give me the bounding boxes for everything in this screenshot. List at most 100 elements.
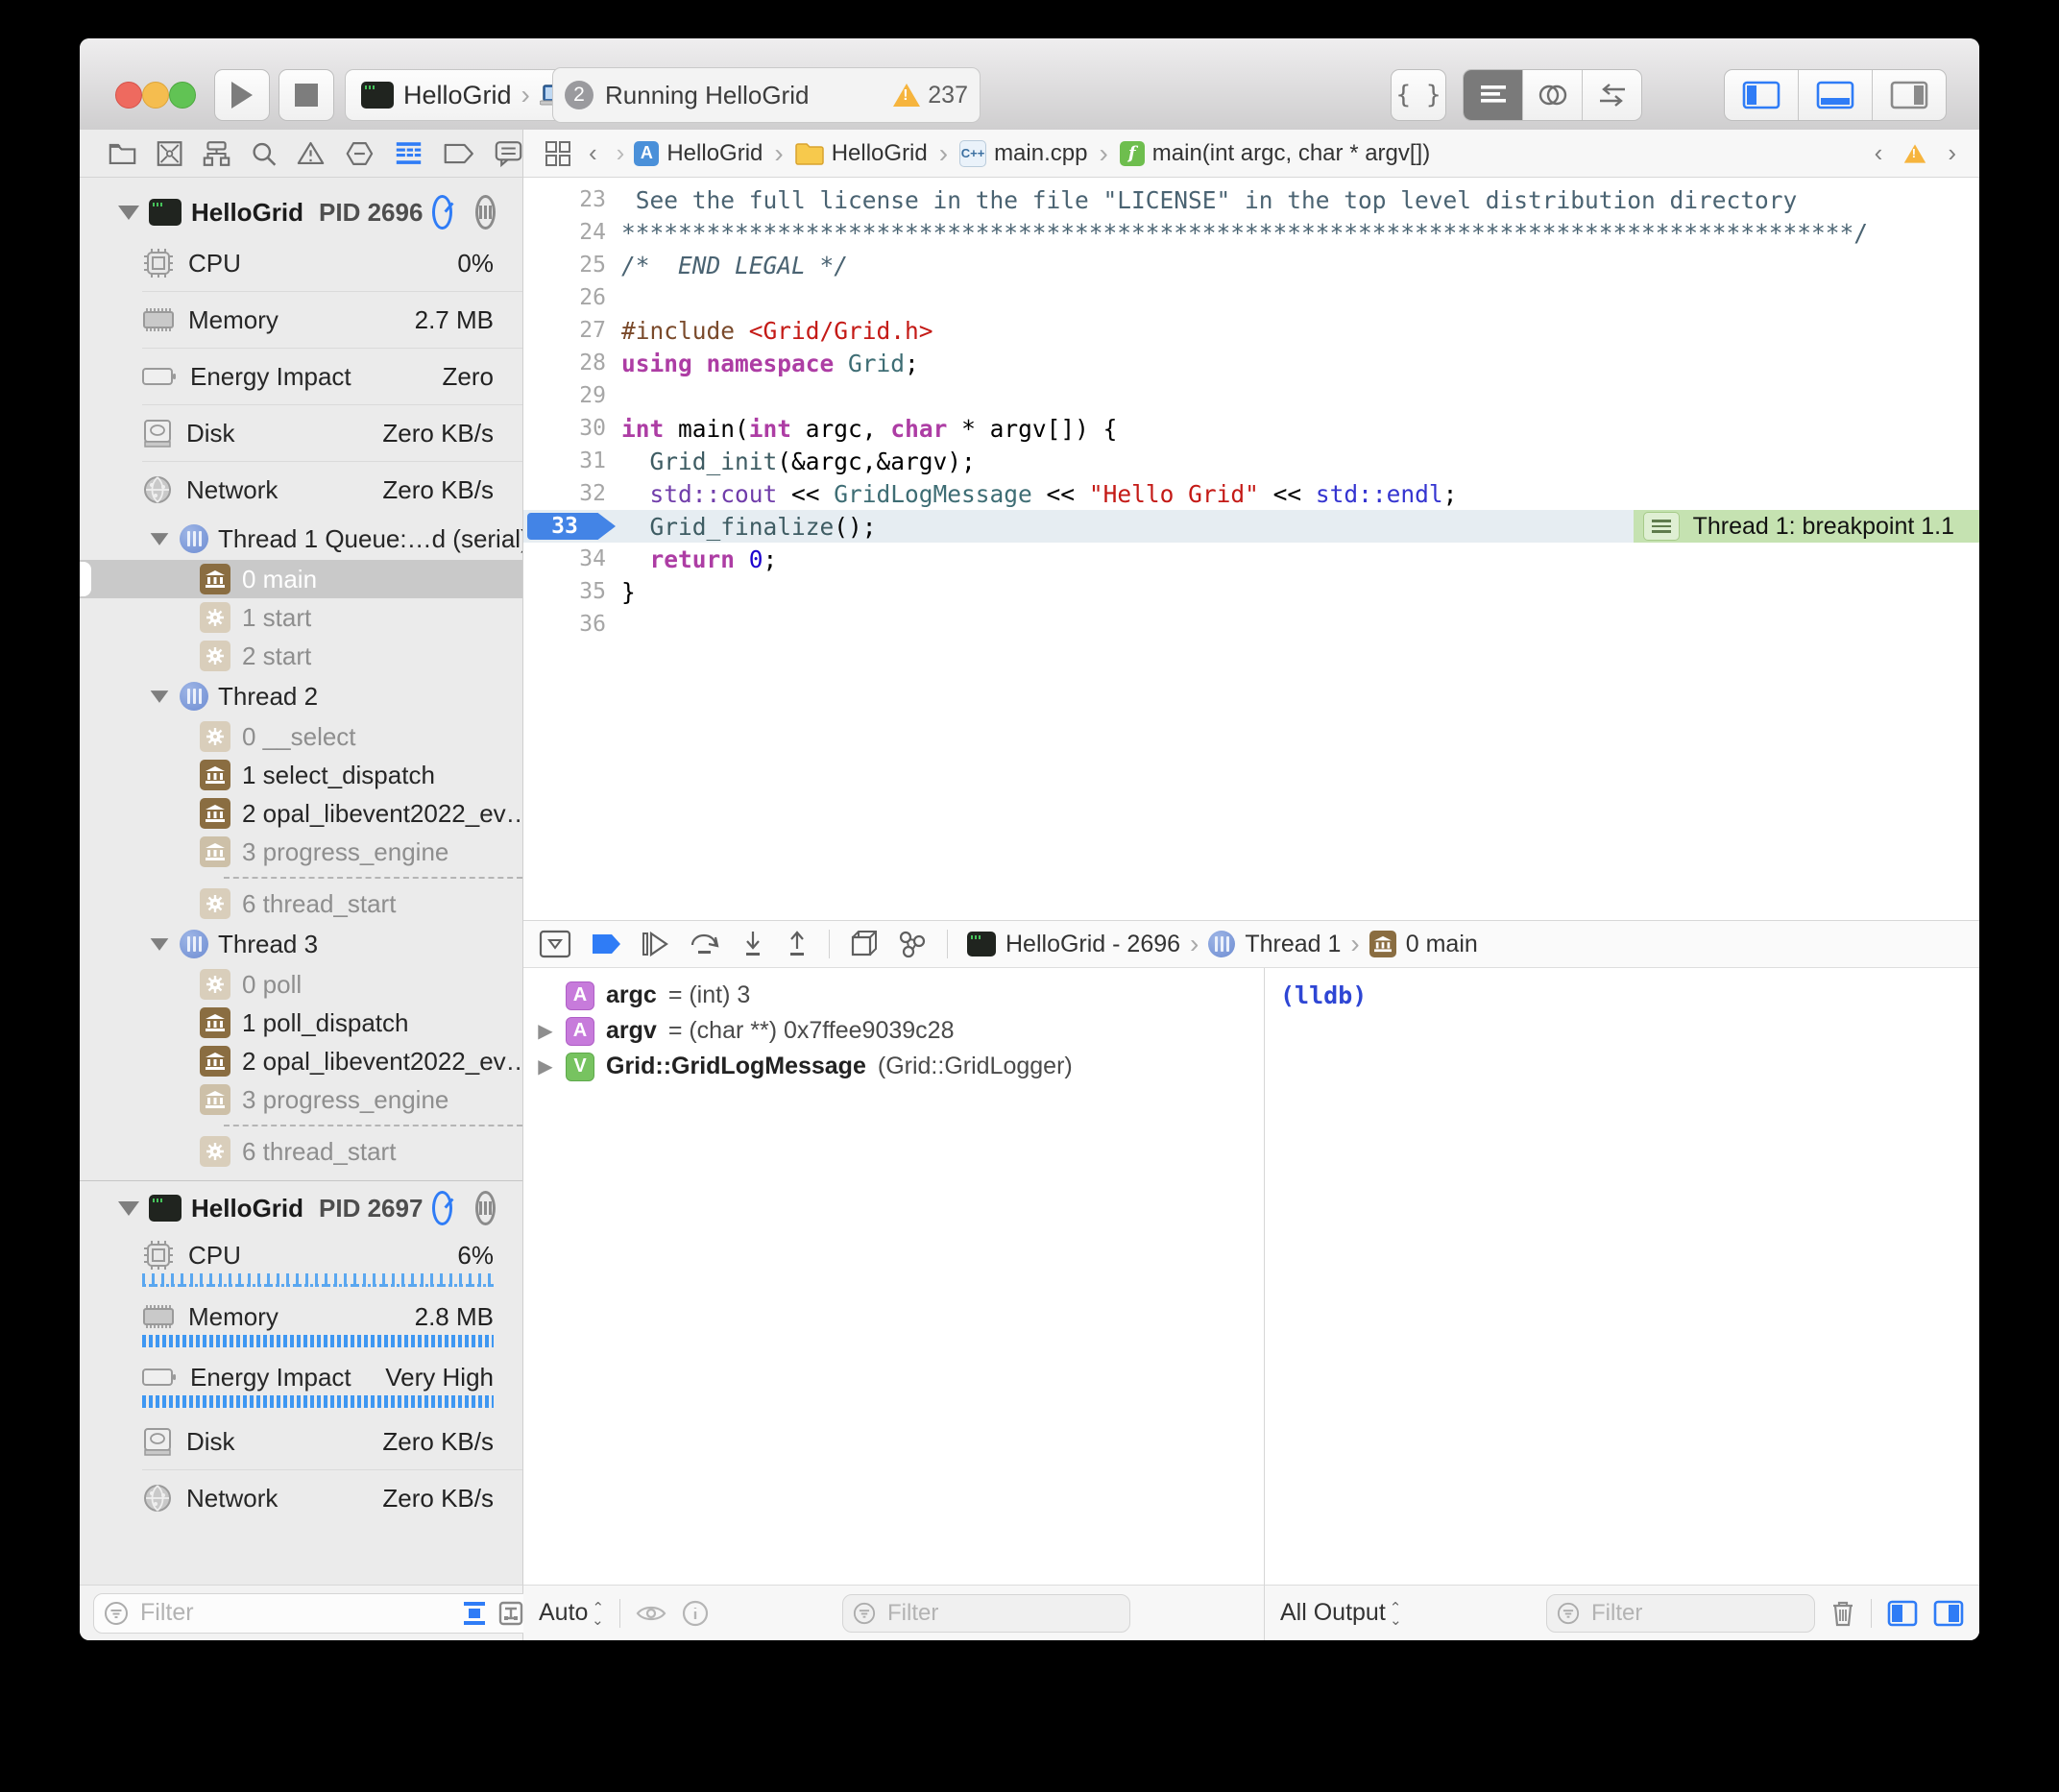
stack-frame-row[interactable]: 3 progress_engine	[80, 833, 522, 871]
info-icon[interactable]	[682, 1600, 709, 1627]
disclosure-triangle-icon[interactable]: ▶	[537, 1054, 554, 1078]
show-crashed-only-icon[interactable]	[497, 1600, 524, 1627]
stack-frame-row[interactable]: 0 main	[80, 560, 522, 598]
column-view-button[interactable]	[475, 195, 496, 230]
assistant-editor-button[interactable]	[1523, 70, 1583, 120]
variable-row[interactable]: A argc = (int) 3	[523, 978, 1264, 1013]
line-number[interactable]: 36	[523, 612, 621, 637]
warning-count[interactable]: 237	[928, 82, 968, 109]
code-line[interactable]: 24**************************************…	[523, 216, 1979, 249]
line-number[interactable]: 31	[523, 448, 621, 473]
breadcrumb-file[interactable]: main.cpp	[994, 140, 1087, 167]
stack-frame-row[interactable]: 3 progress_engine	[80, 1080, 522, 1119]
stack-frame-row[interactable]: 6 thread_start	[80, 884, 522, 923]
process-row[interactable]: HelloGridPID 2697	[80, 1185, 522, 1231]
activity-viewer[interactable]: 2 Running HelloGrid 237	[552, 67, 981, 123]
toggle-inspector-button[interactable]	[1873, 70, 1946, 120]
scope-popup-button[interactable]: Auto⌃⌃	[539, 1599, 604, 1627]
thread-row[interactable]: Thread 1 Queue:…d (serial)	[80, 518, 522, 560]
step-out-button[interactable]	[785, 930, 810, 958]
debug-crumb-thread[interactable]: Thread 1	[1245, 931, 1341, 958]
disclosure-triangle-icon[interactable]	[151, 533, 169, 545]
debug-navigator-icon[interactable]	[395, 139, 423, 168]
stat-row-memory[interactable]: Memory 2.7 MB	[80, 292, 522, 348]
debug-view-hierarchy-button[interactable]	[849, 930, 878, 958]
line-number[interactable]: 35	[523, 579, 621, 604]
code-line[interactable]: 27#include <Grid/Grid.h>	[523, 314, 1979, 347]
code-line-breakpoint[interactable]: 33 Grid_finalize(); Thread 1: breakpoint…	[523, 510, 1979, 543]
quicklook-eye-icon[interactable]	[636, 1603, 666, 1624]
disclosure-triangle-icon[interactable]	[151, 690, 169, 703]
stack-frame-row[interactable]: 1 select_dispatch	[80, 756, 522, 794]
stat-row-energy[interactable]: Energy Impact Zero	[80, 349, 522, 404]
step-over-button[interactable]	[689, 930, 721, 958]
code-line[interactable]: 29	[523, 379, 1979, 412]
code-line[interactable]: 30int main(int argc, char * argv[]) {	[523, 412, 1979, 445]
show-variables-view-button[interactable]	[1887, 1600, 1918, 1627]
memory-graph-button[interactable]	[897, 930, 928, 958]
disclosure-triangle-icon[interactable]	[118, 1201, 139, 1216]
output-scope-popup-button[interactable]: All Output⌃⌃	[1280, 1599, 1401, 1627]
close-window-button[interactable]	[115, 82, 142, 109]
code-line[interactable]: 36	[523, 608, 1979, 641]
warning-icon[interactable]	[1904, 144, 1926, 162]
stack-frame-row[interactable]: 6 thread_start	[80, 1132, 522, 1171]
breakpoint-arrow-badge[interactable]: 33	[527, 513, 616, 540]
column-view-button[interactable]	[475, 1191, 496, 1225]
line-number[interactable]: 29	[523, 383, 621, 408]
debug-description-icon[interactable]	[1643, 512, 1680, 541]
code-line[interactable]: 23 See the full license in the file "LIC…	[523, 183, 1979, 216]
stack-frame-row[interactable]: 0 __select	[80, 717, 522, 756]
line-number[interactable]: 23	[523, 187, 621, 212]
stat-row-energy[interactable]: Energy Impact Very High	[80, 1353, 522, 1401]
navigator-filter-field[interactable]	[93, 1593, 573, 1634]
line-number[interactable]: 32	[523, 481, 621, 506]
stack-frame-row[interactable]: 1 poll_dispatch	[80, 1004, 522, 1042]
gauge-view-button[interactable]	[432, 1191, 452, 1225]
code-area[interactable]: 23 See the full license in the file "LIC…	[523, 178, 1979, 641]
trash-icon[interactable]	[1830, 1599, 1855, 1628]
stat-row-disk[interactable]: Disk Zero KB/s	[80, 405, 522, 461]
show-paused-only-icon[interactable]	[461, 1600, 488, 1627]
line-number[interactable]: 34	[523, 546, 621, 571]
breadcrumb-folder[interactable]: HelloGrid	[832, 140, 928, 167]
step-into-button[interactable]	[740, 930, 765, 958]
test-navigator-icon[interactable]	[345, 139, 375, 168]
next-issue-button[interactable]: ›	[1948, 138, 1956, 168]
issue-navigator-icon[interactable]	[297, 139, 325, 167]
gauge-view-button[interactable]	[432, 195, 452, 230]
stat-row-cpu[interactable]: CPU 6%	[80, 1231, 522, 1279]
breakpoints-toggle-button[interactable]	[591, 932, 621, 956]
disclosure-triangle-icon[interactable]: ▶	[537, 1019, 554, 1043]
minimize-window-button[interactable]	[142, 82, 169, 109]
hide-debug-area-button[interactable]	[539, 930, 571, 958]
console-filter-input[interactable]	[1589, 1599, 1805, 1628]
toggle-navigator-button[interactable]	[1725, 70, 1799, 120]
line-number[interactable]: 26	[523, 285, 621, 310]
breakpoint-navigator-icon[interactable]	[443, 141, 474, 166]
show-console-view-button[interactable]	[1933, 1600, 1964, 1627]
code-line[interactable]: 32 std::cout << GridLogMessage << "Hello…	[523, 477, 1979, 510]
variable-row[interactable]: ▶ A argv = (char **) 0x7ffee9039c28	[523, 1013, 1264, 1049]
disclosure-triangle-icon[interactable]	[118, 206, 139, 220]
stack-frame-row[interactable]: 2 opal_libevent2022_ev…	[80, 794, 522, 833]
variables-filter-field[interactable]	[842, 1594, 1130, 1633]
related-items-icon[interactable]	[545, 140, 571, 167]
run-button[interactable]	[214, 69, 270, 121]
stack-frame-row[interactable]: 2 start	[80, 637, 522, 675]
code-line[interactable]: 34 return 0;	[523, 543, 1979, 575]
breadcrumb-project[interactable]: HelloGrid	[666, 140, 763, 167]
line-number[interactable]: 28	[523, 351, 621, 375]
console-view[interactable]: (lldb) All Output⌃⌃	[1265, 968, 1979, 1640]
code-line[interactable]: 28using namespace Grid;	[523, 347, 1979, 379]
stat-row-disk[interactable]: Disk Zero KB/s	[80, 1414, 522, 1469]
version-editor-button[interactable]	[1583, 70, 1641, 120]
stop-button[interactable]	[279, 69, 334, 121]
standard-editor-button[interactable]	[1464, 70, 1523, 120]
code-line[interactable]: 26	[523, 281, 1979, 314]
project-navigator-icon[interactable]	[109, 140, 136, 167]
line-number[interactable]: 25	[523, 253, 621, 278]
find-navigator-icon[interactable]	[251, 139, 277, 168]
code-line[interactable]: 31 Grid_init(&argc,&argv);	[523, 445, 1979, 477]
stack-frame-row[interactable]: 2 opal_libevent2022_ev…	[80, 1042, 522, 1080]
